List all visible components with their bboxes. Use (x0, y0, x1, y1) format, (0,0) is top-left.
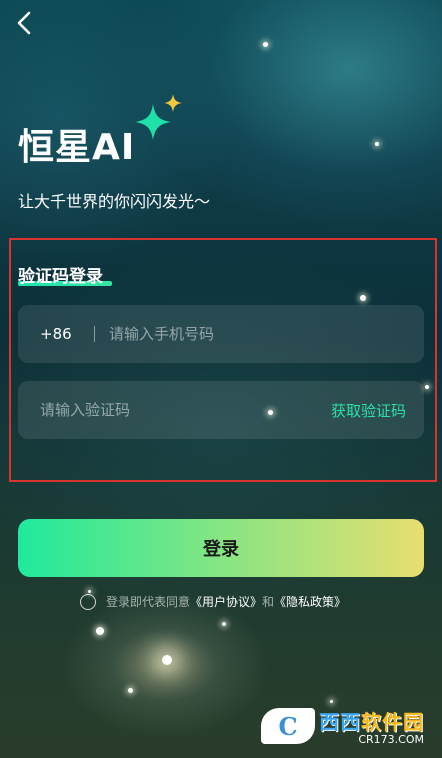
back-arrow-icon (17, 11, 31, 35)
watermark-logo: C (261, 708, 315, 744)
watermark-title-part1: 西西 (319, 710, 361, 734)
watermark-title-part2: 软件园 (361, 710, 424, 734)
divider (94, 326, 95, 342)
phone-input[interactable] (107, 324, 424, 344)
agreement-checkbox[interactable] (80, 593, 96, 610)
star-decoration (263, 42, 268, 47)
slogan-text: 让大千世界的你闪闪发光～ (18, 192, 211, 211)
watermark-subtitle: CR173.COM (358, 733, 424, 746)
app-title: 恒星AI (18, 127, 136, 168)
agreement-prefix: 登录即代表同意 (106, 595, 191, 609)
star-decoration (330, 700, 333, 703)
country-code[interactable]: +86 (18, 325, 94, 343)
star-decoration (128, 688, 133, 693)
section-title: 验证码登录 (18, 262, 103, 287)
star-decoration (96, 627, 104, 635)
brand-header: 恒星AI (18, 118, 135, 170)
verification-code-input[interactable] (18, 400, 331, 420)
privacy-policy-link[interactable]: 《隐私政策》 (274, 593, 346, 610)
agreement-conjunction: 和 (262, 595, 275, 609)
site-watermark: C 西西软件园 CR173.COM (261, 706, 424, 746)
login-button[interactable]: 登录 (18, 519, 424, 577)
user-agreement-link[interactable]: 《用户协议》 (190, 593, 262, 610)
star-decoration (222, 622, 226, 626)
code-field: 获取验证码 (18, 381, 424, 439)
watermark-text: 西西软件园 CR173.COM (319, 706, 424, 746)
section-title-label: 验证码登录 (18, 267, 103, 287)
phone-field: +86 (18, 305, 424, 363)
agreement-row: 登录即代表同意 《用户协议》 和 《隐私政策》 (80, 593, 346, 610)
watermark-title: 西西软件园 (319, 706, 424, 735)
sparkle-icon (135, 94, 182, 140)
back-button[interactable] (12, 8, 38, 38)
star-decoration (375, 142, 379, 146)
get-code-button[interactable]: 获取验证码 (331, 400, 424, 421)
login-screen: 恒星AI 让大千世界的你闪闪发光～ 验证码登录 +86 获取验证码 登录 登录即… (0, 0, 442, 758)
star-decoration (162, 655, 172, 665)
